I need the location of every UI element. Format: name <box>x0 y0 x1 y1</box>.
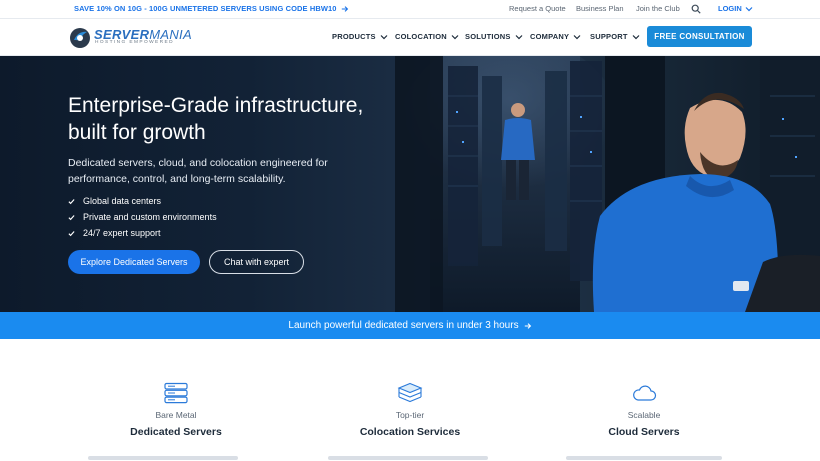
nav-company-label: COMPANY <box>530 32 570 41</box>
check-icon <box>68 230 75 236</box>
check-icon <box>68 214 75 220</box>
promo-text: SAVE 10% ON 10G - 100G UNMETERED SERVERS… <box>74 4 337 13</box>
chevron-down-icon <box>745 6 753 11</box>
hero-subtitle: Dedicated servers, cloud, and colocation… <box>68 157 328 185</box>
search-icon[interactable] <box>691 4 701 14</box>
login-menu[interactable]: LOGIN <box>718 4 753 13</box>
nav-company[interactable]: COMPANY <box>530 32 581 41</box>
logo-mark-icon <box>70 28 90 48</box>
feature-item: Global data centers <box>68 196 161 206</box>
logo[interactable]: SERVERMANIA HOSTING EMPOWERED <box>68 25 208 51</box>
feature-item: 24/7 expert support <box>68 228 161 238</box>
nav-products[interactable]: PRODUCTS <box>332 32 388 41</box>
service-description-cutoff <box>88 456 238 460</box>
service-card-colocation[interactable]: Top-tier Colocation Services <box>315 382 505 438</box>
nav-solutions-label: SOLUTIONS <box>465 32 511 41</box>
chevron-down-icon <box>632 34 640 39</box>
service-eyebrow: Bare Metal <box>155 410 197 420</box>
chat-with-expert-button[interactable]: Chat with expert <box>209 250 304 274</box>
service-title: Colocation Services <box>359 426 461 438</box>
chevron-down-icon <box>515 34 522 39</box>
business-plan-link[interactable]: Business Plan <box>576 4 624 13</box>
free-consultation-button[interactable]: FREE CONSULTATION <box>647 26 752 47</box>
chevron-down-icon <box>380 34 388 39</box>
service-card-dedicated[interactable]: Bare Metal Dedicated Servers <box>81 382 271 438</box>
chevron-down-icon <box>573 34 581 39</box>
nav-colocation[interactable]: COLOCATION <box>395 32 459 41</box>
nav-solutions[interactable]: SOLUTIONS <box>465 32 523 41</box>
nav-support[interactable]: SUPPORT <box>590 32 640 41</box>
arrow-right-icon <box>524 322 531 329</box>
nav-support-label: SUPPORT <box>590 32 628 41</box>
nav-colocation-label: COLOCATION <box>395 32 447 41</box>
hero: Enterprise-Grade infrastructure, built f… <box>0 56 820 312</box>
cloud-icon <box>633 385 657 401</box>
join-club-link[interactable]: Join the Club <box>636 4 680 13</box>
service-description-cutoff <box>566 456 722 460</box>
feature-label: Private and custom environments <box>83 212 217 222</box>
explore-dedicated-servers-button[interactable]: Explore Dedicated Servers <box>68 250 200 274</box>
chevron-down-icon <box>451 34 459 39</box>
colocation-stack-icon <box>397 382 423 403</box>
logo-tagline: HOSTING EMPOWERED <box>95 40 174 45</box>
arrow-right-icon <box>341 5 348 12</box>
service-title: Dedicated Servers <box>130 426 222 438</box>
login-label: LOGIN <box>718 4 742 13</box>
promo-link[interactable]: SAVE 10% ON 10G - 100G UNMETERED SERVERS… <box>74 4 349 13</box>
service-eyebrow: Scalable <box>627 410 661 420</box>
service-card-cloud[interactable]: Scalable Cloud Servers <box>549 382 739 438</box>
request-quote-link[interactable]: Request a Quote <box>509 4 566 13</box>
feature-item: Private and custom environments <box>68 212 217 222</box>
feature-label: 24/7 expert support <box>83 228 161 238</box>
feature-label: Global data centers <box>83 196 162 206</box>
service-eyebrow: Top-tier <box>395 410 425 420</box>
server-stack-icon <box>164 382 188 404</box>
nav-products-label: PRODUCTS <box>332 32 376 41</box>
hero-title: Enterprise-Grade infrastructure, built f… <box>68 94 364 144</box>
launch-banner[interactable]: Launch powerful dedicated servers in und… <box>0 312 820 339</box>
service-description-cutoff <box>328 456 488 460</box>
utility-bar: SAVE 10% ON 10G - 100G UNMETERED SERVERS… <box>0 0 820 19</box>
check-icon <box>68 198 75 204</box>
launch-banner-text: Launch powerful dedicated servers in und… <box>288 320 519 331</box>
service-title: Cloud Servers <box>608 426 680 438</box>
main-nav: SERVERMANIA HOSTING EMPOWERED PRODUCTS C… <box>0 19 820 56</box>
